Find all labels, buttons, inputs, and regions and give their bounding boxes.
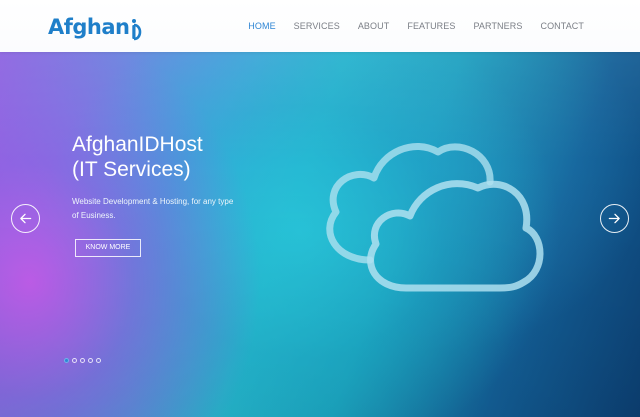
hero-title-line1: AfghanIDHost	[72, 133, 203, 156]
hero-subtitle: Website Development & Hosting, for any t…	[72, 197, 234, 220]
page: Afghan HOME SERVICES ABOUT FEATURES PART…	[0, 0, 640, 417]
slider-next-button[interactable]	[600, 204, 629, 233]
slider-dot-4[interactable]	[88, 358, 93, 363]
cloud-icon	[326, 143, 544, 292]
arrow-left-icon	[20, 213, 32, 224]
slider-pagination	[64, 358, 104, 363]
hero-title: AfghanIDHost (IT Services)	[72, 132, 203, 182]
arrow-right-icon	[608, 213, 620, 224]
nav-item-home[interactable]: HOME	[248, 21, 275, 31]
nav-item-services[interactable]: SERVICES	[294, 21, 340, 31]
hero-slider: AfghanIDHost (IT Services) Website Devel…	[0, 52, 640, 417]
nav-item-partners[interactable]: PARTNERS	[473, 21, 522, 31]
nav-item-about[interactable]: ABOUT	[358, 21, 390, 31]
site-header: Afghan HOME SERVICES ABOUT FEATURES PART…	[0, 0, 640, 52]
slider-dot-3[interactable]	[80, 358, 85, 363]
slider-dot-5[interactable]	[96, 358, 101, 363]
hero-title-line2: (IT Services)	[72, 158, 191, 181]
logo[interactable]: Afghan	[48, 13, 143, 41]
logo-id-mark-icon	[131, 19, 141, 41]
logo-text: Afghan	[48, 15, 130, 39]
nav-item-features[interactable]: FEATURES	[407, 21, 455, 31]
main-nav: HOME SERVICES ABOUT FEATURES PARTNERS CO…	[230, 0, 584, 52]
know-more-button[interactable]: KNOW MORE	[75, 239, 141, 257]
slider-dot-2[interactable]	[72, 358, 77, 363]
slider-dot-1[interactable]	[64, 358, 69, 363]
slider-prev-button[interactable]	[11, 204, 40, 233]
nav-item-contact[interactable]: CONTACT	[540, 21, 584, 31]
